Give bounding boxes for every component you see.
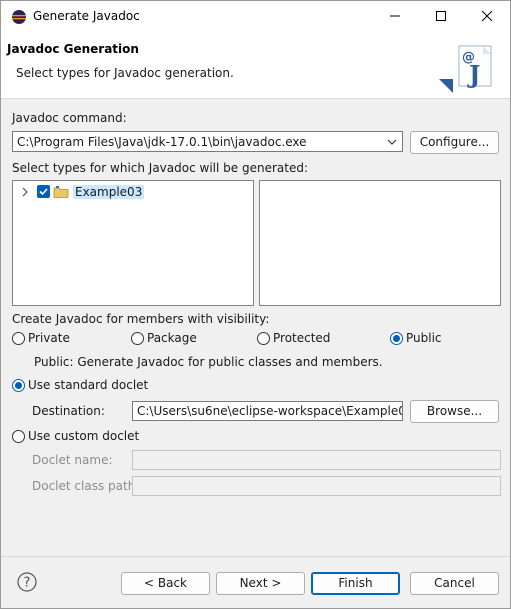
destination-label: Destination: (32, 404, 105, 418)
generate-javadoc-dialog: Generate Javadoc Javadoc Generation Sele… (0, 0, 511, 609)
destination-value: C:\Users\su6ne\eclipse-workspace\Example… (137, 404, 402, 418)
javadoc-command-label: Javadoc command: (12, 111, 127, 125)
visibility-public-label[interactable]: Public (406, 331, 442, 345)
maximize-icon (436, 11, 446, 21)
back-button[interactable]: < Back (121, 572, 210, 595)
destination-field[interactable]: C:\Users\su6ne\eclipse-workspace\Example… (132, 401, 403, 421)
visibility-package-radio[interactable] (131, 332, 144, 345)
cancel-button[interactable]: Cancel (410, 572, 499, 595)
custom-doclet-radio[interactable] (12, 430, 25, 443)
project-tree[interactable]: Example03 (12, 180, 254, 306)
configure-button[interactable]: Configure... (410, 131, 499, 154)
visibility-protected-label[interactable]: Protected (273, 331, 330, 345)
maximize-button[interactable] (418, 1, 464, 31)
close-icon (481, 10, 493, 22)
doclet-class-path-field[interactable] (132, 476, 501, 496)
minimize-button[interactable] (372, 1, 418, 31)
checkbox-checked-icon[interactable] (37, 185, 50, 198)
javadoc-command-value: C:\Program Files\Java\jdk-17.0.1\bin\jav… (17, 135, 307, 149)
visibility-private-radio[interactable] (12, 332, 25, 345)
select-types-label: Select types for which Javadoc will be g… (12, 161, 308, 175)
doclet-name-label: Doclet name: (32, 453, 113, 467)
visibility-package-label[interactable]: Package (147, 331, 197, 345)
footer-separator (1, 556, 510, 557)
project-folder-icon (53, 185, 69, 198)
chevron-right-icon[interactable] (19, 186, 31, 198)
javadoc-wizard-icon: @ J (439, 45, 492, 93)
tree-item-label: Example03 (73, 184, 145, 199)
help-icon[interactable]: ? (17, 572, 37, 592)
visibility-private-label[interactable]: Private (28, 331, 70, 345)
close-button[interactable] (464, 1, 510, 31)
banner-description: Select types for Javadoc generation. (16, 66, 234, 80)
banner-title: Javadoc Generation (7, 42, 139, 56)
visibility-protected-radio[interactable] (257, 332, 270, 345)
visibility-label: Create Javadoc for members with visibili… (12, 312, 270, 326)
eclipse-icon (12, 10, 26, 24)
standard-doclet-label[interactable]: Use standard doclet (28, 378, 148, 392)
wizard-banner: Javadoc Generation Select types for Java… (1, 31, 510, 99)
type-members-list[interactable] (259, 180, 501, 306)
svg-text:?: ? (24, 576, 31, 591)
visibility-description: Public: Generate Javadoc for public clas… (34, 355, 383, 369)
title-bar: Generate Javadoc (1, 1, 510, 31)
next-button[interactable]: Next > (216, 572, 305, 595)
doclet-class-path-label: Doclet class path: (32, 479, 140, 493)
window-title: Generate Javadoc (33, 9, 140, 23)
standard-doclet-radio[interactable] (12, 379, 25, 392)
minimize-icon (390, 15, 400, 17)
browse-button[interactable]: Browse... (410, 400, 499, 423)
javadoc-command-combo[interactable]: C:\Program Files\Java\jdk-17.0.1\bin\jav… (12, 131, 403, 152)
finish-button[interactable]: Finish (311, 572, 400, 595)
custom-doclet-label[interactable]: Use custom doclet (28, 429, 139, 443)
svg-text:J: J (467, 60, 480, 89)
chevron-down-icon (387, 139, 397, 145)
doclet-name-field[interactable] (132, 450, 501, 470)
tree-item-example03[interactable]: Example03 (19, 183, 145, 200)
visibility-public-radio[interactable] (390, 332, 403, 345)
